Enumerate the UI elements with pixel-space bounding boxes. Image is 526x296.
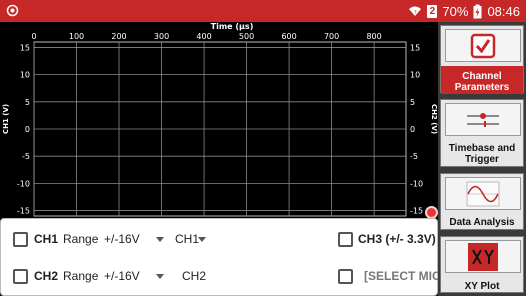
- ch3-checkbox[interactable]: [338, 232, 353, 247]
- y-tick-label-right: 10: [410, 71, 420, 80]
- sidebar-item-data-analysis[interactable]: Data Analysis: [440, 173, 524, 230]
- x-tick-label: 0: [31, 32, 36, 41]
- y-tick-label-left: 15: [20, 43, 30, 52]
- y-tick-label-left: -15: [17, 207, 30, 216]
- x-tick-label: 300: [154, 32, 169, 41]
- ch1-range-dropdown-icon[interactable]: [156, 237, 164, 242]
- y-tick-label-right: 5: [410, 98, 415, 107]
- ch2-label: CH2: [34, 269, 59, 283]
- sidebar-item-label: Data Analysis: [449, 217, 515, 228]
- x-tick-label: 100: [69, 32, 84, 41]
- sine-wave-icon: [466, 181, 500, 206]
- y-tick-label-left: 5: [25, 98, 30, 107]
- ch1-source-select[interactable]: CH1: [175, 232, 199, 246]
- sim-icon: 2: [427, 4, 438, 18]
- ch1-range-label: Range: [63, 232, 99, 246]
- y-tick-label-left: 0: [25, 125, 30, 134]
- ch2-range-dropdown-icon[interactable]: [156, 274, 164, 279]
- ch2-range-select[interactable]: +/-16V: [104, 269, 140, 283]
- mic-checkbox[interactable]: [338, 269, 353, 284]
- icon-box: [445, 29, 521, 62]
- icon-box: [445, 103, 521, 136]
- y-tick-label-left: 10: [20, 71, 30, 80]
- x-tick-label: 800: [366, 32, 381, 41]
- x-tick-label: 200: [111, 32, 126, 41]
- battery-percent: 70%: [442, 3, 469, 19]
- icon-box: [445, 240, 521, 273]
- plot-canvas[interactable]: 0 100 200 300 400 500 600 700 80015 1510 105 50 0-5-…: [0, 22, 438, 218]
- ch2-source-value: CH2: [182, 269, 207, 283]
- y-tick-label-right: -5: [410, 152, 418, 161]
- icon-box: [445, 177, 521, 210]
- y-tick-label-right: 0: [410, 125, 415, 134]
- wifi-icon: ?: [409, 6, 422, 16]
- right-axis-label: CH2 (V): [430, 104, 438, 134]
- sidebar-item-channel-parameters[interactable]: Channel Parameters: [440, 25, 524, 94]
- battery-charging-icon: [473, 4, 482, 18]
- svg-text:?: ?: [414, 10, 417, 16]
- ch1-checkbox[interactable]: [13, 232, 28, 247]
- y-tick-label-right: -10: [410, 179, 423, 188]
- right-sidebar: Channel Parameters Timebase and Trigger …: [438, 22, 526, 296]
- x-tick-label: 400: [196, 32, 211, 41]
- clock: 08:46: [487, 3, 520, 19]
- ch1-label: CH1: [34, 232, 59, 246]
- channel-row-ch1: CH1 Range +/-16V CH1 CH3 (+/- 3.3V): [1, 224, 439, 254]
- sidebar-item-label: Channel Parameters: [454, 71, 510, 93]
- y-tick-label-right: -15: [410, 207, 423, 216]
- ch1-source-dropdown-icon[interactable]: [198, 237, 206, 242]
- sidebar-item-xy-plot[interactable]: XY Plot: [440, 236, 524, 293]
- y-tick-label-left: -5: [22, 152, 30, 161]
- checkbox-checked-icon: [470, 33, 496, 58]
- ch3-label: CH3 (+/- 3.3V): [358, 232, 436, 246]
- channel-controls-panel: CH1 Range +/-16V CH1 CH3 (+/- 3.3V) CH2 …: [0, 218, 445, 296]
- x-axis-title: Time (µs): [211, 22, 254, 31]
- status-bar: ? 2 70% 08:46: [0, 0, 526, 22]
- left-axis-label: CH1 (V): [2, 104, 10, 134]
- ch2-checkbox[interactable]: [13, 269, 28, 284]
- channel-row-ch2: CH2 Range +/-16V CH2 [SELECT MIC]: [1, 261, 445, 291]
- x-tick-label: 500: [239, 32, 254, 41]
- oscilloscope-plot[interactable]: 0 100 200 300 400 500 600 700 800 15 15 10 10 5 5 0 0 -5-…: [0, 22, 438, 218]
- y-tick-label-right: 15: [410, 43, 420, 52]
- ch2-range-label: Range: [63, 269, 99, 283]
- x-tick-label: 700: [324, 32, 339, 41]
- sidebar-item-label: Timebase and Trigger: [448, 143, 516, 165]
- xy-plot-icon: [468, 242, 498, 271]
- timebase-sliders-icon: [467, 112, 499, 127]
- sidebar-item-label: XY Plot: [464, 281, 500, 292]
- y-tick-label-left: -10: [17, 179, 30, 188]
- sidebar-item-timebase-trigger[interactable]: Timebase and Trigger: [440, 99, 524, 167]
- notification-icon: [6, 4, 19, 17]
- ch1-range-select[interactable]: +/-16V: [104, 232, 140, 246]
- x-tick-label: 600: [281, 32, 296, 41]
- mic-select-label[interactable]: [SELECT MIC]: [364, 269, 445, 283]
